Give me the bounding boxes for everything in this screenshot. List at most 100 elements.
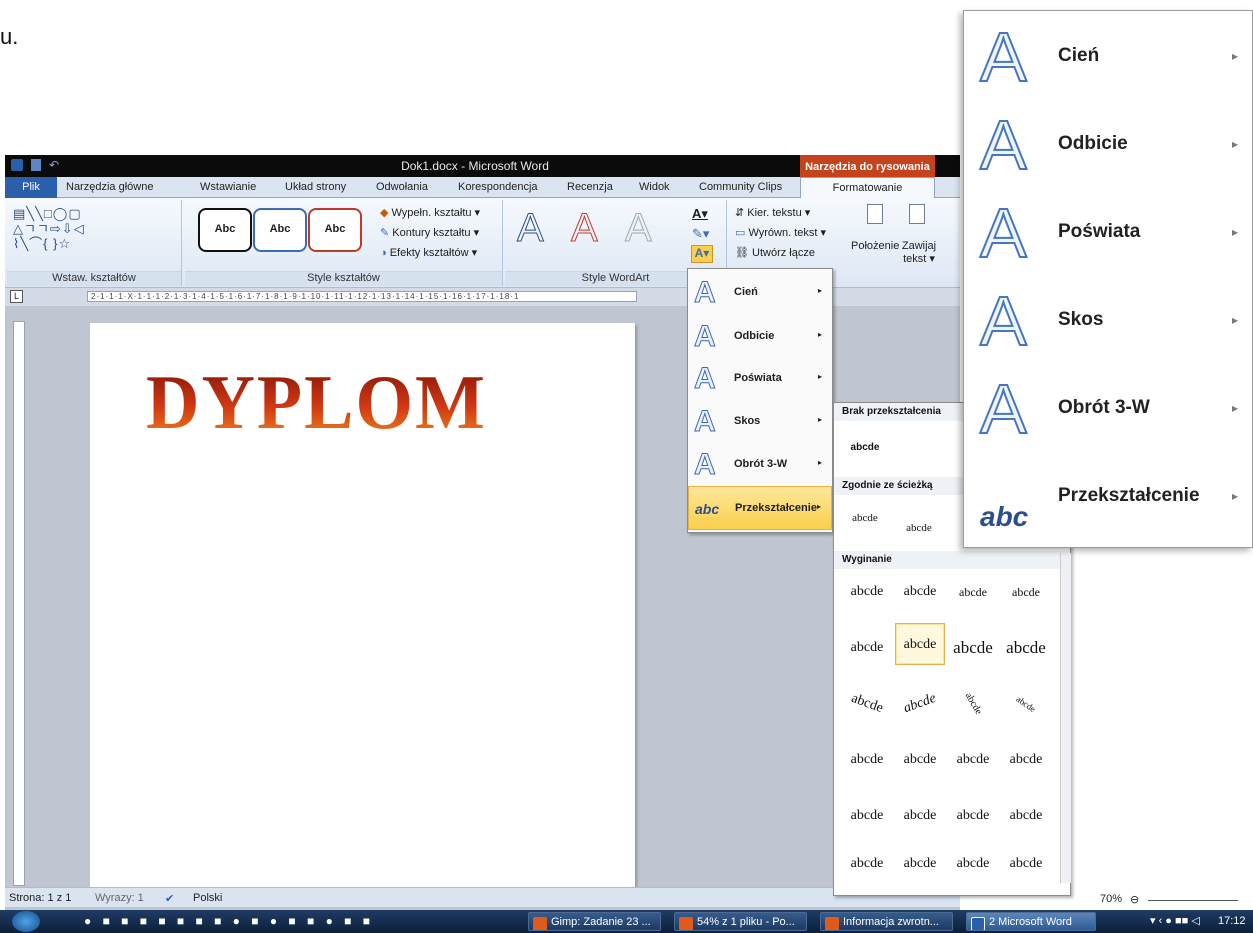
shape-fill-button[interactable]: ◆ Wypełn. kształtu ▾ [380,206,480,219]
spell-check-icon[interactable]: ✔ [165,892,174,905]
gallery-item-warp[interactable]: abcde [948,627,998,669]
wrap-text-button[interactable]: Zawijaj tekst ▾ [901,240,937,265]
wordart-dyplom[interactable]: DYPLOM [146,359,487,448]
quick-launch-icons[interactable]: ● ■ ■ ■ ■ ■ ■ ■ ● ■ ● ■ ■ ● ■ ■ [84,914,374,928]
gallery-item-warp[interactable]: abcde [889,676,950,733]
shape-style-red[interactable]: Abc [308,208,362,252]
shapes-gallery[interactable]: ▤╲╲□◯▢ △ㄱㄱ⇨⇩◁ ⌇╲⌒{ }☆ [13,206,85,251]
tab-selector[interactable]: L [10,290,23,303]
position-icon[interactable] [867,204,883,224]
gallery-item-warp[interactable]: abcde [948,739,998,781]
create-link-button[interactable]: ⛓ Utwórz łącze [735,246,815,259]
text-outline-icon[interactable]: ✎▾ [692,226,709,242]
zoom-out-icon[interactable]: ⊖ [1130,893,1139,906]
shape-style-blue[interactable]: Abc [253,208,307,252]
gallery-item-warp[interactable]: abcde [1001,843,1051,885]
tab-insert[interactable]: Wstawianie [200,181,256,193]
text-direction-label: Kier. tekstu ▾ [747,207,811,219]
gallery-item-warp[interactable]: abcde [895,795,945,837]
gallery-item-warp-selected[interactable]: abcde [895,623,945,665]
text-direction-button[interactable]: ⇵ Kier. tekstu ▾ [735,206,810,219]
zoom-item-3d-rotation[interactable]: A Obrót 3-W ▸ [964,365,1252,453]
ruler-scale[interactable]: 2·1·1·1·X·1·1·1·2·1·3·1·4·1·5·1·6·1·7·1·… [87,291,637,302]
shape-effects-button[interactable]: ◑ Efekty kształtów ▾ [380,246,477,259]
taskbar-item-gimp[interactable]: Gimp: Zadanie 23 ... [528,912,661,931]
tab-view[interactable]: Widok [639,181,670,193]
gallery-item-warp[interactable]: abcde [895,571,945,613]
zoom-level[interactable]: 70% [1100,893,1122,905]
vertical-ruler[interactable] [13,321,25,886]
tab-references[interactable]: Odwołania [376,181,428,193]
gallery-item-warp[interactable]: abcde [895,739,945,781]
gallery-item-warp[interactable]: abcde [948,795,998,837]
document-page[interactable]: DYPLOM [90,323,635,888]
paint-bucket-icon: ◆ [380,207,392,219]
align-text-button[interactable]: ▭ Wyrówn. tekst ▾ [735,226,826,239]
gallery-item-no-transform[interactable]: abcde [840,427,890,469]
tab-format[interactable]: Formatowanie [800,177,935,199]
gallery-item-warp[interactable]: abcde [836,676,897,733]
menu-item-transform[interactable]: abc Przekształcenie ▸ [688,486,832,530]
group-insert-shapes: ▤╲╲□◯▢ △ㄱㄱ⇨⇩◁ ⌇╲⌒{ }☆ Wstaw. kształtów [7,200,182,286]
menu-item-reflection[interactable]: A Odbicie ▸ [688,315,832,359]
shape-style-black[interactable]: Abc [198,208,252,252]
tab-community-clips[interactable]: Community Clips [699,181,782,193]
tab-review[interactable]: Recenzja [567,181,613,193]
wordart-style-3[interactable]: A [625,206,653,251]
gallery-item-warp[interactable]: abcde [842,739,892,781]
zoom-item-shadow[interactable]: A Cień ▸ [964,13,1252,101]
taskbar-item-word[interactable]: 2 Microsoft Word [966,912,1096,931]
status-page[interactable]: Strona: 1 z 1 [9,892,71,904]
gallery-item-warp[interactable]: abcde [1001,739,1051,781]
gallery-item-warp[interactable]: abcde [1001,627,1051,669]
word-app-icon[interactable] [11,159,23,171]
gallery-item-warp[interactable]: abcde [1001,571,1051,613]
gallery-scrollbar[interactable] [1060,553,1071,883]
menu-item-3d-rotation[interactable]: A Obrót 3-W ▸ [688,443,832,487]
taskbar-label-feedback: Informacja zwrotn... [843,916,939,928]
gallery-item-warp[interactable]: abcde [842,571,892,613]
tab-page-layout[interactable]: Układ strony [285,181,346,193]
gallery-item-warp[interactable]: abcde [895,843,945,885]
zoom-item-bevel[interactable]: A Skos ▸ [964,277,1252,365]
tab-file[interactable]: Plik [5,177,57,198]
reflection-a-icon: A [694,320,717,353]
gallery-item-warp[interactable]: abcde [842,795,892,837]
wrap-text-icon[interactable] [909,204,925,224]
text-effects-icon[interactable]: A▾ [691,245,713,263]
zoom-item-transform[interactable]: abc Przekształcenie ▸ [964,453,1252,541]
text-fill-icon[interactable]: A▾ [692,206,708,222]
gallery-item-warp[interactable]: abcde [842,843,892,885]
window-title: Dok1.docx - Microsoft Word [401,159,549,173]
status-words[interactable]: Wyrazy: 1 [95,892,144,904]
taskbar-item-download[interactable]: 54% z 1 pliku - Po... [674,912,807,931]
menu-item-shadow[interactable]: A Cień ▸ [688,271,832,315]
clock[interactable]: 17:12 [1218,915,1246,927]
menu-item-bevel[interactable]: A Skos ▸ [688,400,832,444]
gallery-heading-warp: Wyginanie [834,551,1070,569]
menu-item-glow[interactable]: A Poświata ▸ [688,357,832,401]
undo-icon[interactable]: ↶ [49,158,59,172]
status-language[interactable]: Polski [193,892,222,904]
gallery-item-warp[interactable]: abcde [1001,795,1051,837]
gallery-item-warp[interactable]: abcde [948,571,998,613]
tab-mailings[interactable]: Korespondencja [458,181,538,193]
tab-home[interactable]: Narzędzia główne [66,181,153,193]
menu-label-glow: Poświata [734,372,782,384]
wordart-style-1[interactable]: A [517,206,545,251]
zoom-item-reflection[interactable]: A Odbicie ▸ [964,101,1252,189]
gallery-item-warp[interactable]: abcde [842,627,892,669]
gallery-item-arch-up[interactable]: abcde [840,497,890,539]
gallery-item-warp[interactable]: abcde [948,843,998,885]
start-button[interactable] [12,911,40,932]
gallery-item-arch-down[interactable]: abcde [894,507,944,549]
gallery-item-warp[interactable]: abcde [993,672,1058,735]
zoom-item-glow[interactable]: A Poświata ▸ [964,189,1252,277]
save-icon[interactable] [31,159,41,171]
position-button[interactable]: Położenie [851,240,899,252]
shape-outline-button[interactable]: ✎ Kontury kształtu ▾ [380,226,479,239]
zoom-slider[interactable] [1148,900,1238,901]
tray-icons[interactable]: ▾ ‹ ● ■■ ◁ [1150,914,1200,927]
wordart-style-2[interactable]: A [571,206,599,251]
taskbar-item-feedback[interactable]: Informacja zwrotn... [820,912,953,931]
